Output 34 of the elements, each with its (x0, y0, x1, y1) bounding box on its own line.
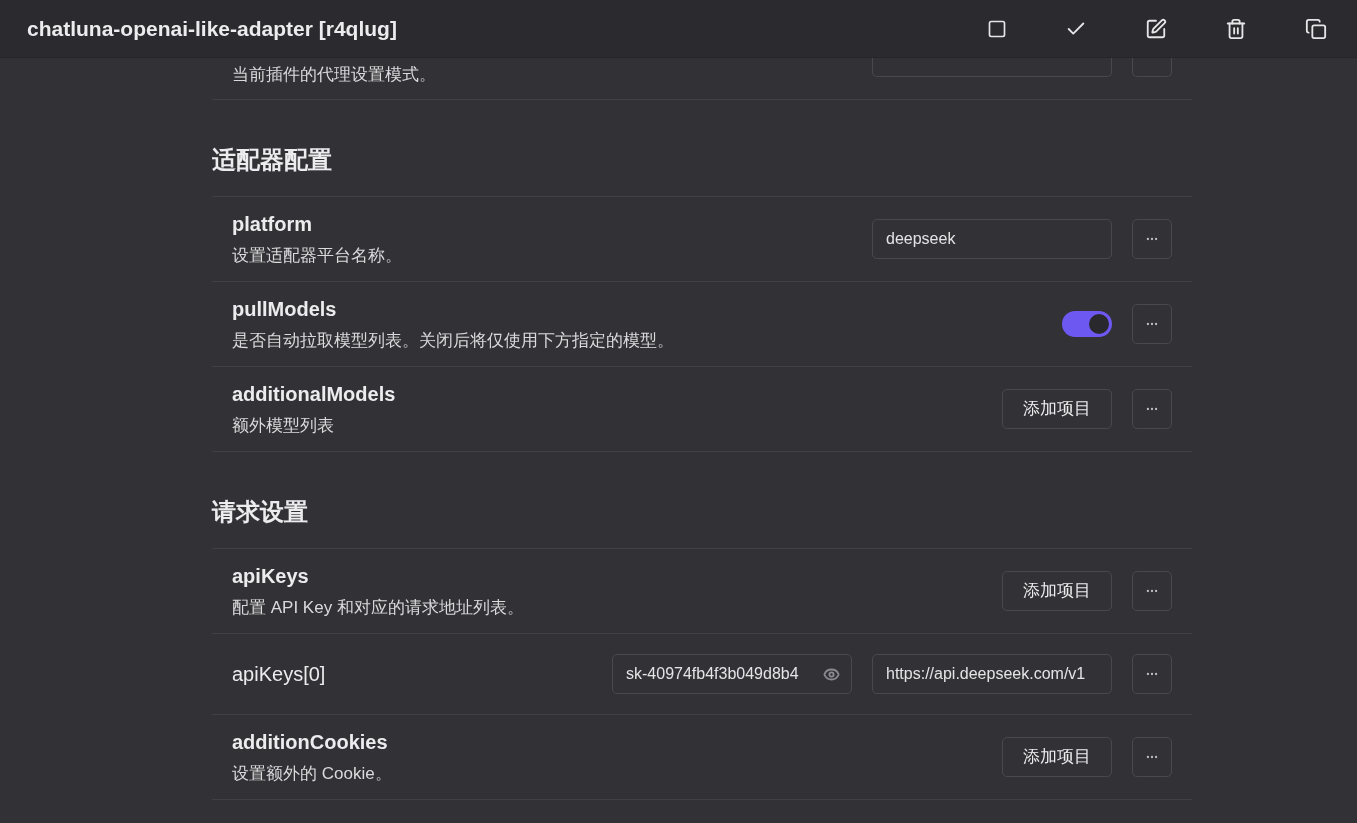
more-button[interactable] (1132, 571, 1172, 611)
add-item-button[interactable]: 添加项目 (1002, 737, 1112, 777)
copy-icon[interactable] (1305, 17, 1327, 40)
more-button[interactable] (1132, 58, 1172, 77)
add-item-button[interactable]: 添加项目 (1002, 389, 1112, 429)
setting-name: additionCookies (232, 730, 389, 755)
api-key-field[interactable]: sk-40974fb4f3b049d8b4 (612, 654, 852, 694)
setting-name: additionalModels (232, 382, 396, 407)
add-item-button[interactable]: 添加项目 (1002, 571, 1112, 611)
section-heading: 适配器配置 (212, 145, 333, 175)
setting-description: 配置 API Key 和对应的请求地址列表。 (232, 597, 524, 619)
more-button[interactable] (1132, 737, 1172, 777)
url-field[interactable]: https://api.deepseek.com/v1 (872, 654, 1112, 694)
setting-description: 是否自动拉取模型列表。关闭后将仅使用下方指定的模型。 (232, 330, 674, 352)
toggle-switch[interactable] (1062, 311, 1112, 337)
more-button[interactable] (1132, 389, 1172, 429)
select-field[interactable] (872, 58, 1112, 77)
setting-name: apiKeys (232, 564, 310, 589)
square-icon[interactable] (987, 18, 1007, 39)
setting-description: 设置额外的 Cookie。 (232, 763, 392, 785)
more-button[interactable] (1132, 654, 1172, 694)
setting-name: platform (232, 212, 313, 237)
plugin-title: chatluna-openai-like-adapter [r4qlug] (27, 15, 397, 42)
setting-description: 额外模型列表 (232, 415, 335, 437)
setting-name: pullModels (232, 297, 338, 322)
more-button[interactable] (1132, 304, 1172, 344)
trash-icon[interactable] (1225, 17, 1247, 40)
setting-description: 当前插件的代理设置模式。 (232, 64, 436, 86)
item-label: apiKeys[0] (232, 662, 326, 687)
edit-icon[interactable] (1145, 17, 1167, 40)
setting-description: 设置适配器平台名称。 (232, 245, 402, 267)
more-button[interactable] (1132, 219, 1172, 259)
text-field[interactable]: deepseek (872, 219, 1112, 259)
section-heading: 请求设置 (212, 497, 309, 527)
